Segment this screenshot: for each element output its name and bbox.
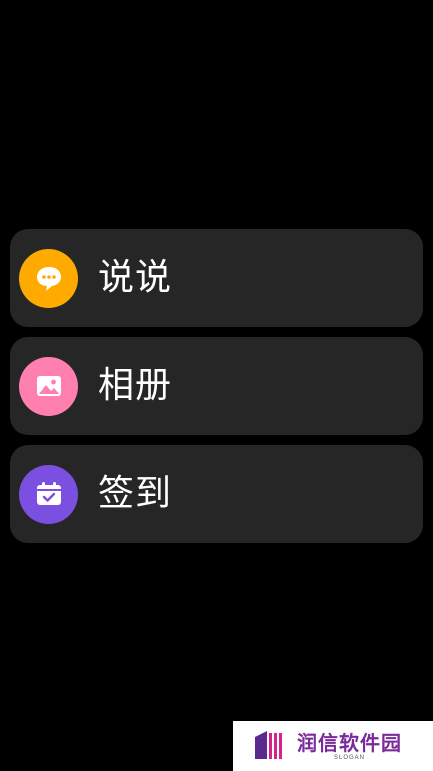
menu-item-shuoshuo[interactable]: 说说 (10, 229, 423, 327)
menu-item-label: 说说 (98, 257, 173, 298)
watermark-text: 润信软件园 SLOGAN (297, 732, 402, 761)
watermark-name: 润信软件园 (297, 730, 402, 755)
menu-item-label: 相册 (98, 365, 173, 406)
menu-item-checkin[interactable]: 签到 (10, 445, 423, 543)
menu-item-label: 签到 (98, 473, 173, 514)
menu-list: 说说 相册 签到 (10, 229, 423, 553)
watermark-logo (253, 727, 289, 765)
menu-item-album[interactable]: 相册 (10, 337, 423, 435)
photo-icon (19, 356, 78, 416)
watermark: 润信软件园 SLOGAN (233, 721, 433, 771)
calendar-check-icon (19, 464, 78, 524)
watermark-slogan: SLOGAN (333, 754, 365, 761)
chat-bubble-icon (19, 248, 78, 308)
